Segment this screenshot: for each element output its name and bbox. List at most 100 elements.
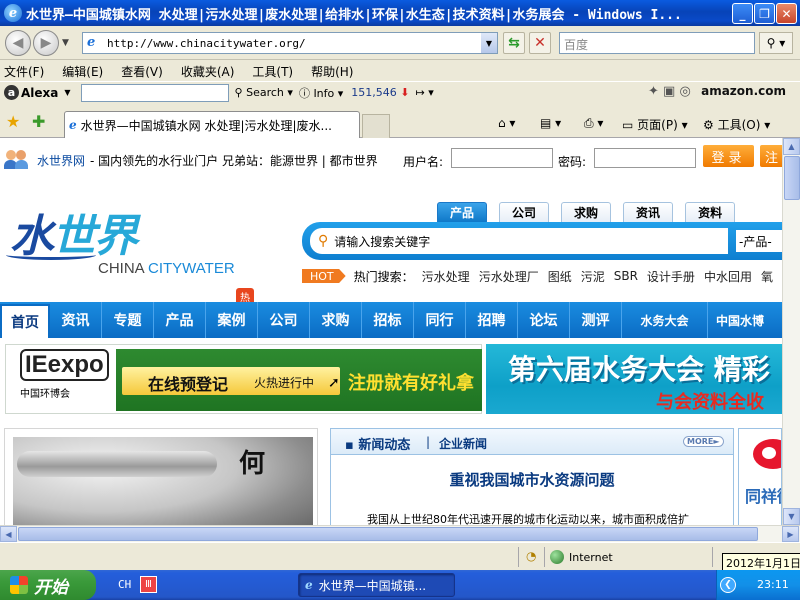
back-button[interactable]: ◀ [5, 30, 31, 56]
hot-keyword[interactable]: 中水回用 [704, 268, 752, 285]
close-button[interactable]: ✕ [776, 3, 797, 24]
nav-water-expo[interactable]: 中国水博 [708, 302, 782, 338]
hot-keyword[interactable]: 污泥 [581, 268, 605, 285]
add-favorite-icon[interactable]: ✚ [32, 112, 45, 131]
menu-tools[interactable]: 工具(T) [252, 63, 293, 80]
more-button[interactable]: MORE► [683, 436, 724, 447]
alexa-search-input[interactable] [80, 83, 229, 102]
protected-mode-icon[interactable]: ◔ [526, 549, 536, 563]
stop-button[interactable]: ✕ [529, 32, 551, 54]
tab-news-updates[interactable]: ▪ 新闻动态 [345, 434, 410, 453]
username-input[interactable] [451, 148, 553, 168]
nav-tender[interactable]: 招标 [362, 302, 414, 338]
password-input[interactable] [594, 148, 696, 168]
home-button[interactable]: ⌂ ▾ [498, 116, 515, 130]
alexa-rank[interactable]: 151,546 ⬇ [351, 86, 409, 99]
address-dropdown-icon[interactable]: ▼ [481, 33, 497, 53]
tools-menu-button[interactable]: ⚙ 工具(O) ▾ [703, 116, 770, 133]
nav-water-conference[interactable]: 水务大会 [622, 302, 708, 338]
news-headline[interactable]: 重视我国城市水资源问题 [331, 469, 733, 490]
hot-keyword[interactable]: 污水处理厂 [479, 268, 539, 285]
search-tab-purchase[interactable]: 求购 [561, 202, 612, 222]
conference-banner[interactable]: 第六届水务大会 精彩 与会资料全收 [486, 344, 782, 414]
weibo-panel[interactable]: 同祥微 [738, 428, 782, 525]
nav-peers[interactable]: 同行 [414, 302, 466, 338]
hot-keyword[interactable]: SBR [614, 269, 638, 283]
tray-expand-icon[interactable]: ❮ [720, 577, 736, 593]
page-menu-button[interactable]: ▭ 页面(P) ▾ [622, 116, 688, 133]
refresh-icon: ⇆ [508, 35, 520, 51]
nav-review[interactable]: 测评 [570, 302, 622, 338]
new-tab-button[interactable] [362, 114, 390, 138]
browser-search-button[interactable]: ⚲ ▾ [759, 32, 793, 54]
nav-forum[interactable]: 论坛 [518, 302, 570, 338]
site-search-box: ⚲ 请输入搜索关键字 -产品- [302, 222, 782, 260]
alexa-rank-value: 151,546 [351, 86, 397, 99]
amazon-logo[interactable]: amazon.com [701, 84, 786, 98]
ie-taskbar-icon: e [305, 578, 313, 592]
featured-photo[interactable]: 何 [4, 428, 318, 525]
ime-indicator[interactable]: CH [118, 578, 131, 591]
nav-products[interactable]: 产品 [154, 302, 206, 338]
favorites-star-icon[interactable]: ★ [6, 112, 20, 131]
history-dropdown-icon[interactable]: ▼ [62, 38, 69, 48]
nav-cases[interactable]: 案例 [206, 302, 258, 338]
maximize-button[interactable]: ❐ [754, 3, 775, 24]
nav-jobs[interactable]: 招聘 [466, 302, 518, 338]
menu-help[interactable]: 帮助(H) [311, 63, 353, 80]
scroll-up-icon[interactable]: ▲ [783, 138, 800, 155]
horizontal-scrollbar[interactable]: ◀ ▶ [0, 525, 800, 542]
hot-badge: HOT [302, 269, 346, 283]
search-tab-company[interactable]: 公司 [499, 202, 550, 222]
tab-active[interactable]: e 水世界—中国城镇水网 水处理|污水处理|废水... [64, 111, 360, 138]
address-input[interactable]: e http://www.chinacitywater.org/ ▼ [82, 32, 498, 54]
home-icon: ⌂ ▾ [498, 116, 516, 130]
alexa-info-button[interactable]: ⓘ Info ▾ [299, 85, 343, 101]
scroll-down-icon[interactable]: ▼ [783, 508, 800, 525]
security-zone[interactable]: Internet [550, 550, 613, 564]
ieexpo-banner[interactable]: IEexpo 中国环博会 在线预登记 火热进行中 ➚ 注册就有好礼拿 [5, 344, 482, 414]
toolbar-extra-icons[interactable]: ✦ ▣ ◎ [648, 84, 691, 99]
menu-favorites[interactable]: 收藏夹(A) [181, 63, 235, 80]
browser-search-input[interactable]: 百度 [559, 32, 755, 54]
vertical-scroll-thumb[interactable] [784, 156, 800, 200]
site-brand-link[interactable]: 水世界网 [37, 152, 85, 169]
search-tab-product[interactable]: 产品 [437, 202, 488, 222]
register-button[interactable]: 注 [760, 145, 782, 167]
print-button[interactable]: ⎙ ▾ [584, 116, 603, 131]
start-button[interactable]: 开始 [0, 570, 96, 600]
site-search-input[interactable]: ⚲ 请输入搜索关键字 [310, 228, 728, 254]
forward-button[interactable]: ▶ [33, 30, 59, 56]
search-tab-docs[interactable]: 资料 [685, 202, 736, 222]
horizontal-scroll-thumb[interactable] [18, 527, 758, 541]
menu-edit[interactable]: 编辑(E) [62, 63, 103, 80]
scroll-left-icon[interactable]: ◀ [0, 526, 17, 542]
site-search-select[interactable]: -产品- [736, 230, 782, 252]
feeds-button[interactable]: ▤ ▾ [540, 116, 561, 130]
nav-home[interactable]: 首页 [0, 304, 50, 338]
login-button[interactable]: 登录 [703, 145, 754, 167]
alexa-logo[interactable]: a Alexa ▼ [4, 85, 71, 100]
minimize-button[interactable]: _ [732, 3, 753, 24]
taskbar-item-ie[interactable]: e 水世界—中国城镇... [298, 573, 455, 597]
menu-view[interactable]: 查看(V) [121, 63, 163, 80]
hot-keyword[interactable]: 污水处理 [422, 268, 470, 285]
alexa-share-button[interactable]: ↦ ▾ [416, 86, 434, 99]
nav-topics[interactable]: 专题 [102, 302, 154, 338]
tab-company-news[interactable]: 企业新闻 [439, 435, 487, 452]
hot-keyword[interactable]: 设计手册 [647, 268, 695, 285]
ime-badge-icon[interactable]: Ⅲ [140, 576, 157, 593]
alexa-search-button[interactable]: ⚲ Search ▾ [235, 86, 293, 99]
scroll-right-icon[interactable]: ▶ [782, 526, 799, 542]
refresh-button[interactable]: ⇆ [503, 32, 525, 54]
clock[interactable]: 23:11 [757, 578, 789, 591]
search-tab-news[interactable]: 资讯 [623, 202, 674, 222]
vertical-scrollbar[interactable]: ▲ ▼ [782, 138, 800, 525]
hot-keyword[interactable]: 图纸 [548, 268, 572, 285]
hot-keyword[interactable]: 氧 [761, 268, 773, 285]
site-logo[interactable]: 水世界 CHINA CITYWATER [6, 200, 266, 280]
nav-news[interactable]: 资讯 [50, 302, 102, 338]
nav-companies[interactable]: 公司 [258, 302, 310, 338]
nav-purchase[interactable]: 求购 [310, 302, 362, 338]
menu-file[interactable]: 文件(F) [4, 63, 44, 80]
